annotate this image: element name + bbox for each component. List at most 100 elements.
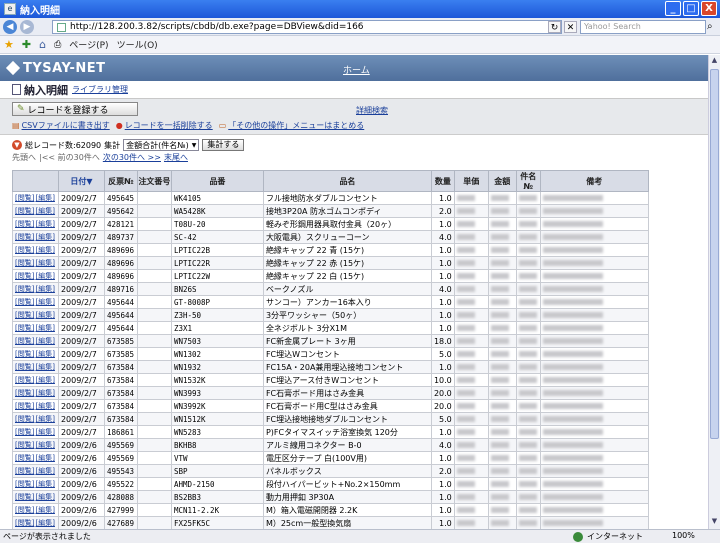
- library-link[interactable]: ライブラリ管理: [72, 84, 128, 95]
- view-link[interactable]: [閲覧]: [15, 298, 34, 306]
- view-link[interactable]: [閲覧]: [15, 415, 34, 423]
- view-link[interactable]: [閲覧]: [15, 376, 34, 384]
- maximize-button[interactable]: □: [683, 1, 699, 16]
- home-icon[interactable]: ⌂: [39, 38, 46, 51]
- edit-link[interactable]: [編集]: [35, 194, 54, 202]
- col-qty[interactable]: 数量: [430, 170, 455, 192]
- view-link[interactable]: [閲覧]: [15, 246, 34, 254]
- page-content: TYSAY-NET ホーム 納入明細 ライブラリ管理 ✎ レコードを登録する 詳…: [0, 55, 708, 529]
- col-case-no[interactable]: 件名№: [515, 170, 541, 192]
- edit-link[interactable]: [編集]: [35, 298, 54, 306]
- favorites-star-icon[interactable]: ★: [4, 38, 14, 51]
- edit-link[interactable]: [編集]: [35, 259, 54, 267]
- col-product-name[interactable]: 品名: [262, 170, 432, 192]
- view-link[interactable]: [閲覧]: [15, 402, 34, 410]
- edit-link[interactable]: [編集]: [35, 350, 54, 358]
- edit-link[interactable]: [編集]: [35, 311, 54, 319]
- view-link[interactable]: [閲覧]: [15, 259, 34, 267]
- search-icon[interactable]: ⌕: [707, 21, 713, 32]
- edit-link[interactable]: [編集]: [35, 493, 54, 501]
- url-input[interactable]: http://128.200.3.82/scripts/cbdb/db.exe?…: [52, 20, 562, 34]
- view-link[interactable]: [閲覧]: [15, 389, 34, 397]
- view-link[interactable]: [閲覧]: [15, 311, 34, 319]
- edit-link[interactable]: [編集]: [35, 506, 54, 514]
- view-link[interactable]: [閲覧]: [15, 194, 34, 202]
- view-link[interactable]: [閲覧]: [15, 272, 34, 280]
- close-button[interactable]: X: [701, 1, 717, 16]
- zoom-level[interactable]: 100%: [672, 531, 695, 540]
- view-link[interactable]: [閲覧]: [15, 519, 34, 527]
- refresh-icon[interactable]: ↻: [548, 21, 561, 33]
- view-link[interactable]: [閲覧]: [15, 220, 34, 228]
- col-unit-price[interactable]: 単価: [453, 170, 489, 192]
- csv-export-link[interactable]: CSVファイルに書き出す: [22, 121, 110, 130]
- search-input[interactable]: Yahoo! Search: [580, 20, 706, 34]
- bulk-delete-link[interactable]: レコードを一括削除する: [125, 121, 213, 130]
- edit-link[interactable]: [編集]: [35, 415, 54, 423]
- view-link[interactable]: [閲覧]: [15, 480, 34, 488]
- col-remarks[interactable]: 備考: [539, 170, 649, 192]
- edit-link[interactable]: [編集]: [35, 389, 54, 397]
- edit-link[interactable]: [編集]: [35, 285, 54, 293]
- col-amount[interactable]: 金額: [487, 170, 517, 192]
- col-date[interactable]: 日付▼: [57, 170, 105, 192]
- edit-link[interactable]: [編集]: [35, 480, 54, 488]
- view-link[interactable]: [閲覧]: [15, 285, 34, 293]
- vertical-scrollbar[interactable]: ▲ ▼: [708, 55, 720, 529]
- edit-link[interactable]: [編集]: [35, 220, 54, 228]
- page-menu[interactable]: ページ(P): [69, 38, 108, 51]
- view-link[interactable]: [閲覧]: [15, 363, 34, 371]
- detail-search-link[interactable]: 詳細検索: [356, 105, 388, 116]
- other-ops-link[interactable]: 「その他の操作」メニューはまとめる: [228, 121, 364, 130]
- view-link[interactable]: [閲覧]: [15, 337, 34, 345]
- edit-link[interactable]: [編集]: [35, 337, 54, 345]
- col-part-no[interactable]: 品番: [170, 170, 264, 192]
- aggregate-select[interactable]: 金額合計(件名№) ▼: [123, 139, 200, 151]
- view-link[interactable]: [閲覧]: [15, 506, 34, 514]
- view-link[interactable]: [閲覧]: [15, 233, 34, 241]
- edit-link[interactable]: [編集]: [35, 402, 54, 410]
- scroll-down-icon[interactable]: ▼: [710, 517, 719, 528]
- view-link[interactable]: [閲覧]: [15, 493, 34, 501]
- cell-case-no: [515, 334, 541, 348]
- edit-link[interactable]: [編集]: [35, 363, 54, 371]
- view-link[interactable]: [閲覧]: [15, 428, 34, 436]
- view-link[interactable]: [閲覧]: [15, 324, 34, 332]
- print-icon[interactable]: ⎙: [54, 40, 61, 50]
- pager-next[interactable]: 次の30件へ >>: [103, 152, 161, 163]
- cell-date: 2009/2/7: [57, 334, 105, 348]
- edit-link[interactable]: [編集]: [35, 376, 54, 384]
- home-link[interactable]: ホーム: [343, 63, 370, 76]
- aggregate-button[interactable]: 集計する: [202, 139, 245, 151]
- scrollbar-thumb[interactable]: [710, 69, 719, 439]
- edit-link[interactable]: [編集]: [35, 207, 54, 215]
- edit-link[interactable]: [編集]: [35, 519, 54, 527]
- stop-icon[interactable]: ✕: [564, 21, 577, 33]
- register-record-button[interactable]: ✎ レコードを登録する: [12, 102, 138, 116]
- forward-icon[interactable]: ▶: [20, 19, 34, 34]
- edit-link[interactable]: [編集]: [35, 454, 54, 462]
- view-link[interactable]: [閲覧]: [15, 441, 34, 449]
- edit-link[interactable]: [編集]: [35, 441, 54, 449]
- view-link[interactable]: [閲覧]: [15, 350, 34, 358]
- cell-remarks: [539, 191, 649, 205]
- add-favorite-icon[interactable]: ✚: [22, 38, 31, 51]
- back-icon[interactable]: ◀: [3, 19, 17, 34]
- minimize-button[interactable]: _: [665, 1, 681, 16]
- download-icon[interactable]: ▼: [12, 140, 22, 150]
- edit-link[interactable]: [編集]: [35, 467, 54, 475]
- edit-link[interactable]: [編集]: [35, 428, 54, 436]
- edit-link[interactable]: [編集]: [35, 246, 54, 254]
- col-slip-no[interactable]: 反票№: [103, 170, 138, 192]
- scroll-up-icon[interactable]: ▲: [710, 56, 719, 67]
- view-link[interactable]: [閲覧]: [15, 207, 34, 215]
- view-link[interactable]: [閲覧]: [15, 454, 34, 462]
- edit-link[interactable]: [編集]: [35, 233, 54, 241]
- col-order-no[interactable]: 注文番号: [136, 170, 172, 192]
- cell-date: 2009/2/7: [57, 282, 105, 296]
- pager-last[interactable]: 末尾へ: [164, 152, 188, 163]
- edit-link[interactable]: [編集]: [35, 272, 54, 280]
- view-link[interactable]: [閲覧]: [15, 467, 34, 475]
- tools-menu[interactable]: ツール(O): [117, 38, 158, 51]
- edit-link[interactable]: [編集]: [35, 324, 54, 332]
